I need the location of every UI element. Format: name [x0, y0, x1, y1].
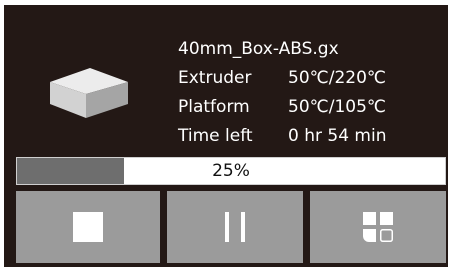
stop-button[interactable]	[16, 191, 160, 263]
job-filename: 40mm_Box-ABS.gx	[178, 39, 339, 59]
extruder-row: Extruder 50℃/220℃	[178, 64, 386, 93]
pause-icon	[225, 212, 245, 242]
pause-bar-right	[241, 212, 245, 242]
extruder-temp: 50℃/220℃	[288, 68, 386, 88]
job-info: 40mm_Box-ABS.gx Extruder 50℃/220℃ Platfo…	[178, 35, 386, 151]
platform-row: Platform 50℃/105℃	[178, 93, 386, 122]
app-grid-icon	[363, 212, 393, 242]
platform-label: Platform	[178, 97, 250, 117]
menu-button[interactable]	[310, 191, 446, 263]
print-progress-bar: 25%	[16, 157, 446, 185]
cube-icon	[50, 68, 128, 118]
print-status-screen: 40mm_Box-ABS.gx Extruder 50℃/220℃ Platfo…	[4, 5, 448, 267]
stop-icon	[73, 212, 103, 242]
progress-percent: 25%	[212, 161, 250, 181]
time-left-value: 0 hr 54 min	[288, 126, 387, 146]
pause-button[interactable]	[167, 191, 303, 263]
time-left-row: Time left 0 hr 54 min	[178, 122, 386, 151]
extruder-label: Extruder	[178, 68, 252, 88]
platform-temp: 50℃/105℃	[288, 97, 386, 117]
time-left-label: Time left	[178, 126, 253, 146]
pause-bar-left	[225, 212, 229, 242]
